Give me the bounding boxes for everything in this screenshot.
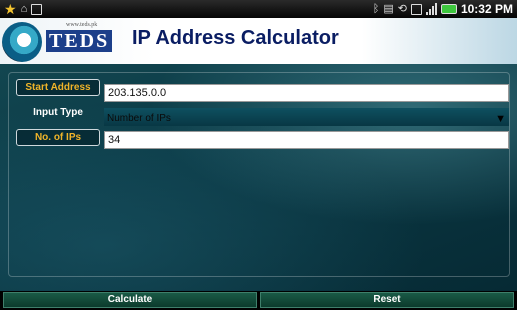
- app-header: www.teds.pk TEDS IP Address Calculator: [0, 18, 517, 64]
- page-title: IP Address Calculator: [132, 27, 339, 49]
- dropdown-arrow-icon: ▼: [495, 112, 506, 125]
- rotate-icon: ⟲: [397, 3, 407, 15]
- star-icon: ★: [4, 1, 17, 17]
- calculate-button[interactable]: Calculate: [3, 292, 257, 308]
- input-type-select[interactable]: Number of IPs ▼: [104, 108, 509, 126]
- screenshot-icon: [31, 3, 43, 15]
- teds-logo: www.teds.pk TEDS: [2, 20, 113, 62]
- bluetooth-icon: ᛒ: [372, 3, 380, 15]
- signal-icon: [425, 3, 437, 15]
- logo-emblem-icon: [2, 22, 42, 62]
- alarm-icon: ⌂: [20, 3, 28, 15]
- logo-url: www.teds.pk: [66, 22, 98, 28]
- form-panel: [8, 72, 510, 277]
- notification-area: ★ ⌂: [4, 1, 43, 17]
- logo-wordmark: TEDS: [46, 30, 113, 52]
- clock: 10:32 PM: [461, 2, 513, 16]
- status-bar: ★ ⌂ ᛒ ▤ ⟲ 10:32 PM: [0, 0, 517, 18]
- system-tray: ᛒ ▤ ⟲ 10:32 PM: [373, 2, 513, 16]
- reset-button[interactable]: Reset: [260, 292, 514, 308]
- clock-time: 10:32: [460, 2, 492, 16]
- start-address-input[interactable]: [104, 84, 509, 102]
- input-type-value: Number of IPs: [107, 113, 171, 124]
- start-address-label: Start Address: [16, 79, 100, 96]
- num-ips-input[interactable]: [104, 131, 509, 149]
- input-type-label: Input Type: [33, 107, 83, 118]
- clock-ampm: PM: [495, 2, 513, 16]
- vibrate-icon: ▤: [383, 3, 394, 15]
- battery-icon: [440, 4, 457, 14]
- num-ips-label: No. of IPs: [16, 129, 100, 146]
- main-content: Start Address Input Type Number of IPs ▼…: [0, 64, 517, 291]
- sdcard-icon: [410, 3, 422, 15]
